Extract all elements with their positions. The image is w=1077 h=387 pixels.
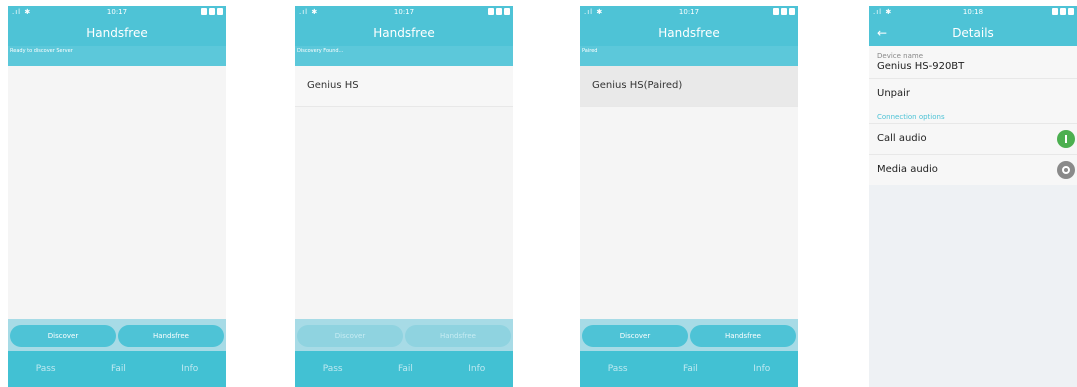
media-audio-row[interactable]: Media audio [869,154,1077,185]
page-title: Handsfree [580,20,798,46]
details-header: ← Details [869,20,1077,46]
status-time: 10:17 [678,8,700,16]
handsfree-screen-1: .ıl ✱ 10:17 Handsfree Ready to discover … [8,6,226,387]
status-time: 10:17 [393,8,415,16]
status-subtitle: Paired [580,46,798,66]
device-name-value[interactable]: Genius HS-920BT [869,60,1077,78]
status-bar: .ıl ✱ 10:17 [580,6,798,20]
status-icons [773,8,795,15]
bottom-nav: Pass Fail Info [295,351,513,387]
device-list: Genius HS [295,66,513,319]
info-button[interactable]: Info [468,364,485,374]
pass-button[interactable]: Pass [323,364,343,374]
media-audio-label: Media audio [877,164,938,175]
unpair-button[interactable]: Unpair [869,78,1077,109]
fail-button[interactable]: Fail [683,364,698,374]
info-button[interactable]: Info [181,364,198,374]
status-bar: .ıl ✱ 10:17 [8,6,226,20]
list-item-device[interactable]: Genius HS(Paired) [580,66,798,107]
fail-button[interactable]: Fail [111,364,126,374]
back-arrow-icon[interactable]: ← [877,20,887,46]
bottom-nav: Pass Fail Info [8,351,226,387]
status-subtitle: Ready to discover Server [8,46,226,66]
status-icons [1052,8,1074,15]
status-bar: .ıl ✱ 10:17 [295,6,513,20]
status-bar: .ıl ✱ 10:18 [869,6,1077,20]
handsfree-screen-3: .ıl ✱ 10:17 Handsfree Paired Genius HS(P… [580,6,798,387]
page-title: Handsfree [295,20,513,46]
connection-options-header: Connection options [869,109,1077,123]
details-screen: .ıl ✱ 10:18 ← Details Device name Genius… [869,6,1077,387]
pass-button[interactable]: Pass [36,364,56,374]
list-item-device[interactable]: Genius HS [295,66,513,107]
pass-button[interactable]: Pass [608,364,628,374]
device-name-label: Device name [877,52,924,60]
action-button-row: Discover Handsfree [8,319,226,351]
call-audio-row[interactable]: Call audio [869,123,1077,154]
action-button-row: Discover Handsfree [580,319,798,351]
media-audio-toggle[interactable] [1057,161,1075,179]
action-button-row: Discover Handsfree [295,319,513,351]
page-title: Handsfree [8,20,226,46]
handsfree-button[interactable]: Handsfree [405,325,511,347]
call-audio-toggle[interactable] [1057,130,1075,148]
call-audio-label: Call audio [877,133,927,144]
page-title: Details [952,26,994,40]
discover-button[interactable]: Discover [10,325,116,347]
handsfree-screen-2: .ıl ✱ 10:17 Handsfree Discovery Found...… [295,6,513,387]
status-time: 10:18 [962,8,984,16]
discover-button[interactable]: Discover [582,325,688,347]
device-list [8,66,226,319]
device-list: Genius HS(Paired) [580,66,798,319]
status-time: 10:17 [106,8,128,16]
status-icons [488,8,510,15]
info-button[interactable]: Info [753,364,770,374]
device-name-section: Device name Genius HS-920BT [869,46,1077,78]
status-subtitle: Discovery Found... [295,46,513,66]
handsfree-button[interactable]: Handsfree [690,325,796,347]
discover-button[interactable]: Discover [297,325,403,347]
bottom-nav: Pass Fail Info [580,351,798,387]
fail-button[interactable]: Fail [398,364,413,374]
status-icons [201,8,223,15]
handsfree-button[interactable]: Handsfree [118,325,224,347]
